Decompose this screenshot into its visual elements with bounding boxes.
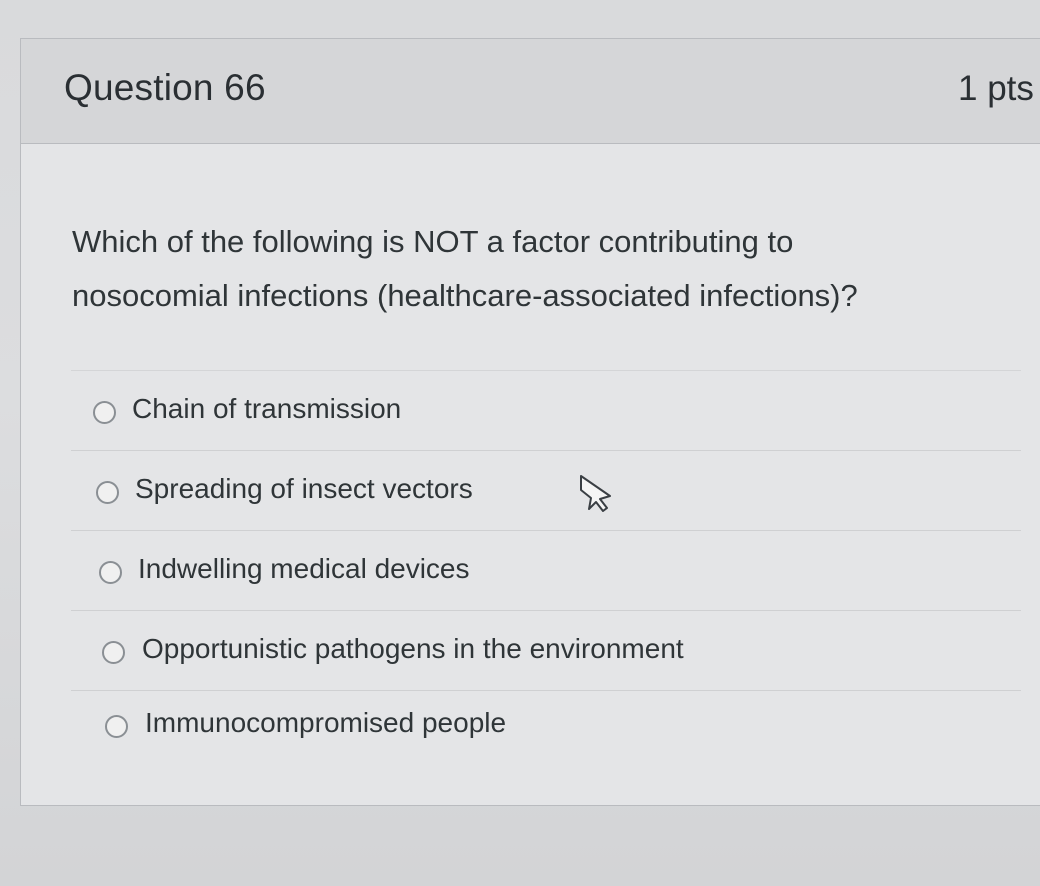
- question-card: Question 66 1 pts Which of the following…: [20, 38, 1040, 806]
- answer-option-indwelling-medical-devices[interactable]: Indwelling medical devices: [71, 530, 1021, 610]
- radio-button-icon[interactable]: [105, 715, 128, 738]
- answer-label[interactable]: Immunocompromised people: [145, 707, 506, 739]
- answer-label[interactable]: Indwelling medical devices: [138, 553, 470, 585]
- radio-button-icon[interactable]: [99, 561, 122, 584]
- answer-label[interactable]: Opportunistic pathogens in the environme…: [142, 633, 684, 665]
- answer-option-opportunistic-pathogens[interactable]: Opportunistic pathogens in the environme…: [71, 610, 1021, 690]
- answer-label[interactable]: Spreading of insect vectors: [135, 473, 473, 505]
- mouse-pointer-icon: [580, 475, 611, 512]
- radio-button-icon[interactable]: [96, 481, 119, 504]
- answer-list: Chain of transmission Spreading of insec…: [71, 370, 1021, 770]
- radio-button-icon[interactable]: [102, 641, 125, 664]
- answer-option-chain-of-transmission[interactable]: Chain of transmission: [71, 370, 1021, 450]
- question-title: Question 66: [64, 67, 266, 108]
- question-header: Question 66 1 pts: [21, 39, 1040, 144]
- answer-option-spreading-of-insect-vectors[interactable]: Spreading of insect vectors: [71, 450, 1021, 530]
- radio-button-icon[interactable]: [93, 401, 116, 424]
- question-points: 1 pts: [958, 69, 1034, 108]
- question-text: Which of the following is NOT a factor c…: [72, 224, 858, 313]
- answer-label[interactable]: Chain of transmission: [132, 393, 401, 425]
- answer-option-immunocompromised-people[interactable]: Immunocompromised people: [71, 690, 1021, 770]
